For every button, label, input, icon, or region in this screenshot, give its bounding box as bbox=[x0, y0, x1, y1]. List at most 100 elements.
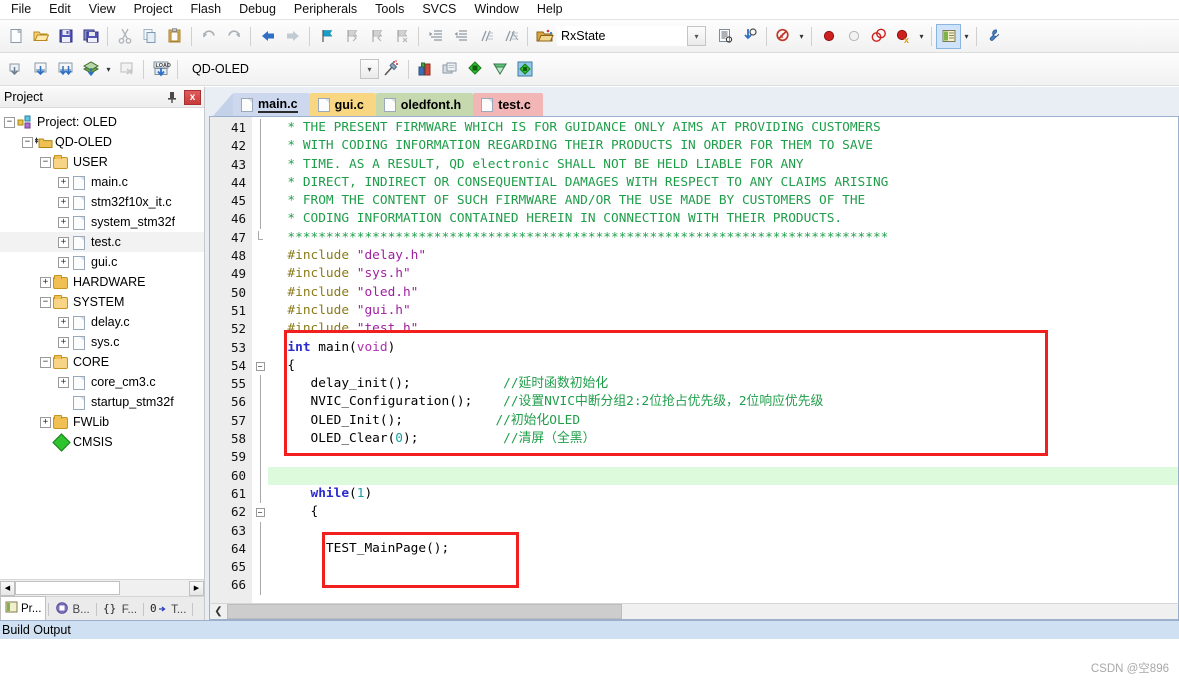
collapse-toggle-icon[interactable]: − bbox=[40, 156, 51, 168]
code-line[interactable]: * FROM THE CONTENT OF SUCH FIRMWARE AND/… bbox=[268, 192, 1178, 210]
tree-item-qd-oled[interactable]: − QD-OLED bbox=[0, 132, 204, 152]
fold-collapse-icon[interactable]: − bbox=[255, 361, 265, 371]
close-icon[interactable]: x bbox=[184, 89, 201, 105]
bookmark-prev-icon[interactable] bbox=[339, 24, 364, 49]
indent-icon[interactable] bbox=[423, 24, 448, 49]
code-line[interactable]: NVIC_Configuration(); //设置NVIC中断分组2:2位抢占… bbox=[268, 393, 1178, 411]
tree-item-startup-stm32f[interactable]: startup_stm32f bbox=[0, 392, 204, 412]
code-line[interactable] bbox=[268, 448, 1178, 466]
project-panel-tab-3[interactable]: 0 T... bbox=[146, 599, 190, 620]
tree-item-system-stm32f[interactable]: + system_stm32f bbox=[0, 212, 204, 232]
collapse-toggle-icon[interactable]: − bbox=[4, 116, 15, 128]
expand-toggle-icon[interactable]: + bbox=[58, 376, 69, 388]
navigate-forward-icon[interactable] bbox=[280, 24, 305, 49]
tree-item-sys-c[interactable]: + sys.c bbox=[0, 332, 204, 352]
pack-installer-icon[interactable] bbox=[488, 57, 513, 82]
menu-item-flash[interactable]: Flash bbox=[181, 0, 230, 19]
tree-item-fwlib[interactable]: + FWLib bbox=[0, 412, 204, 432]
code-line[interactable]: * DIRECT, INDIRECT OR CONSEQUENTIAL DAMA… bbox=[268, 174, 1178, 192]
menu-item-window[interactable]: Window bbox=[465, 0, 527, 19]
project-tree[interactable]: − Project: OLED − QD-OLED − USER + main.c + stm32… bbox=[0, 108, 204, 579]
navigate-back-icon[interactable] bbox=[255, 24, 280, 49]
tree-item-core[interactable]: − CORE bbox=[0, 352, 204, 372]
code-line[interactable]: * TIME. AS A RESULT, QD electronic SHALL… bbox=[268, 156, 1178, 174]
uncomment-icon[interactable] bbox=[498, 24, 523, 49]
code-line[interactable]: { bbox=[268, 503, 1178, 521]
expand-toggle-icon[interactable]: + bbox=[58, 196, 69, 208]
build-icon[interactable] bbox=[28, 57, 53, 82]
save-all-icon[interactable] bbox=[78, 24, 103, 49]
editor-scroll-left-arrow[interactable]: ❮ bbox=[210, 606, 227, 617]
pin-icon[interactable] bbox=[164, 89, 180, 105]
code-line[interactable]: #include "test.h" bbox=[268, 320, 1178, 338]
tree-item-core-cm3-c[interactable]: + core_cm3.c bbox=[0, 372, 204, 392]
editor-tab-gui-c[interactable]: gui.c bbox=[309, 93, 376, 116]
hscroll-thumb[interactable] bbox=[15, 581, 120, 595]
menu-item-edit[interactable]: Edit bbox=[40, 0, 80, 19]
target-selector[interactable]: QD-OLED bbox=[184, 59, 255, 80]
chevron-down-icon[interactable]: ▾ bbox=[103, 57, 114, 82]
tree-item-user[interactable]: − USER bbox=[0, 152, 204, 172]
expand-toggle-icon[interactable]: + bbox=[40, 276, 51, 288]
save-icon[interactable] bbox=[53, 24, 78, 49]
text-document-icon[interactable] bbox=[712, 24, 737, 49]
fold-marker[interactable]: − bbox=[252, 503, 268, 521]
redo-icon[interactable] bbox=[221, 24, 246, 49]
tree-item-project-oled[interactable]: − Project: OLED bbox=[0, 112, 204, 132]
project-panel-tab-1[interactable]: B... bbox=[51, 599, 93, 620]
debug-start-icon[interactable]: d bbox=[771, 24, 796, 49]
code-line[interactable]: #include "delay.h" bbox=[268, 247, 1178, 265]
tree-item-main-c[interactable]: + main.c bbox=[0, 172, 204, 192]
code-line[interactable]: * WITH CODING INFORMATION REGARDING THEI… bbox=[268, 137, 1178, 155]
code-line[interactable]: #include "gui.h" bbox=[268, 302, 1178, 320]
code-line[interactable]: OLED_Clear(0); //清屏（全黑） bbox=[268, 430, 1178, 448]
breakpoint-disable-all-icon[interactable]: x bbox=[891, 24, 916, 49]
tree-item-gui-c[interactable]: + gui.c bbox=[0, 252, 204, 272]
editor-hscrollbar[interactable]: ❮ bbox=[209, 603, 1179, 620]
build-output-body[interactable] bbox=[0, 639, 1179, 682]
fold-marker[interactable]: − bbox=[252, 357, 268, 375]
expand-toggle-icon[interactable]: + bbox=[58, 216, 69, 228]
target-options-icon[interactable] bbox=[413, 57, 438, 82]
collapse-toggle-icon[interactable]: − bbox=[40, 356, 51, 368]
paste-icon[interactable] bbox=[162, 24, 187, 49]
undo-icon[interactable] bbox=[196, 24, 221, 49]
chevron-down-icon[interactable]: ▾ bbox=[961, 24, 972, 49]
tree-item-hardware[interactable]: + HARDWARE bbox=[0, 272, 204, 292]
code-line[interactable]: #include "oled.h" bbox=[268, 284, 1178, 302]
code-folding-column[interactable]: − − bbox=[252, 117, 268, 603]
collapse-toggle-icon[interactable]: − bbox=[22, 136, 33, 148]
editor-tab-oledfont-h[interactable]: oledfont.h bbox=[375, 93, 474, 116]
code-line[interactable]: ****************************************… bbox=[268, 229, 1178, 247]
scroll-left-arrow[interactable]: ◀ bbox=[0, 580, 15, 596]
code-line[interactable]: #include "sys.h" bbox=[268, 265, 1178, 283]
editor-hscroll-thumb[interactable] bbox=[227, 604, 622, 619]
manage-windows-icon[interactable] bbox=[936, 23, 961, 49]
code-text[interactable]: * THE PRESENT FIRMWARE WHICH IS FOR GUID… bbox=[268, 117, 1178, 603]
code-line[interactable]: OLED_Init(); //初始化OLED bbox=[268, 412, 1178, 430]
find-input[interactable]: RxState bbox=[557, 26, 687, 46]
code-line[interactable] bbox=[268, 576, 1178, 594]
code-line[interactable]: while(1) bbox=[268, 485, 1178, 503]
menu-item-peripherals[interactable]: Peripherals bbox=[285, 0, 366, 19]
expand-toggle-icon[interactable]: + bbox=[58, 336, 69, 348]
breakpoint-kill-all-icon[interactable] bbox=[866, 24, 891, 49]
expand-toggle-icon[interactable]: + bbox=[58, 236, 69, 248]
code-line[interactable]: * THE PRESENT FIRMWARE WHICH IS FOR GUID… bbox=[268, 119, 1178, 137]
editor-tab-main-c[interactable]: main.c bbox=[233, 93, 310, 116]
translate-icon[interactable] bbox=[3, 57, 28, 82]
project-panel-tab-0[interactable]: Pr... bbox=[0, 596, 47, 620]
bookmark-clear-icon[interactable] bbox=[389, 24, 414, 49]
code-line[interactable]: int main(void) bbox=[268, 339, 1178, 357]
fold-collapse-icon[interactable]: − bbox=[255, 507, 265, 517]
target-selector-dropdown[interactable]: ▾ bbox=[359, 59, 379, 79]
menu-item-debug[interactable]: Debug bbox=[230, 0, 285, 19]
collapse-toggle-icon[interactable]: − bbox=[40, 296, 51, 308]
rebuild-icon[interactable] bbox=[53, 57, 78, 82]
tree-item-stm32f10x-it-c[interactable]: + stm32f10x_it.c bbox=[0, 192, 204, 212]
menu-item-tools[interactable]: Tools bbox=[366, 0, 413, 19]
manage-runtime-icon[interactable] bbox=[463, 57, 488, 82]
breakpoint-insert-icon[interactable] bbox=[816, 24, 841, 49]
open-folder-icon[interactable] bbox=[532, 24, 557, 49]
expand-toggle-icon[interactable]: + bbox=[58, 256, 69, 268]
